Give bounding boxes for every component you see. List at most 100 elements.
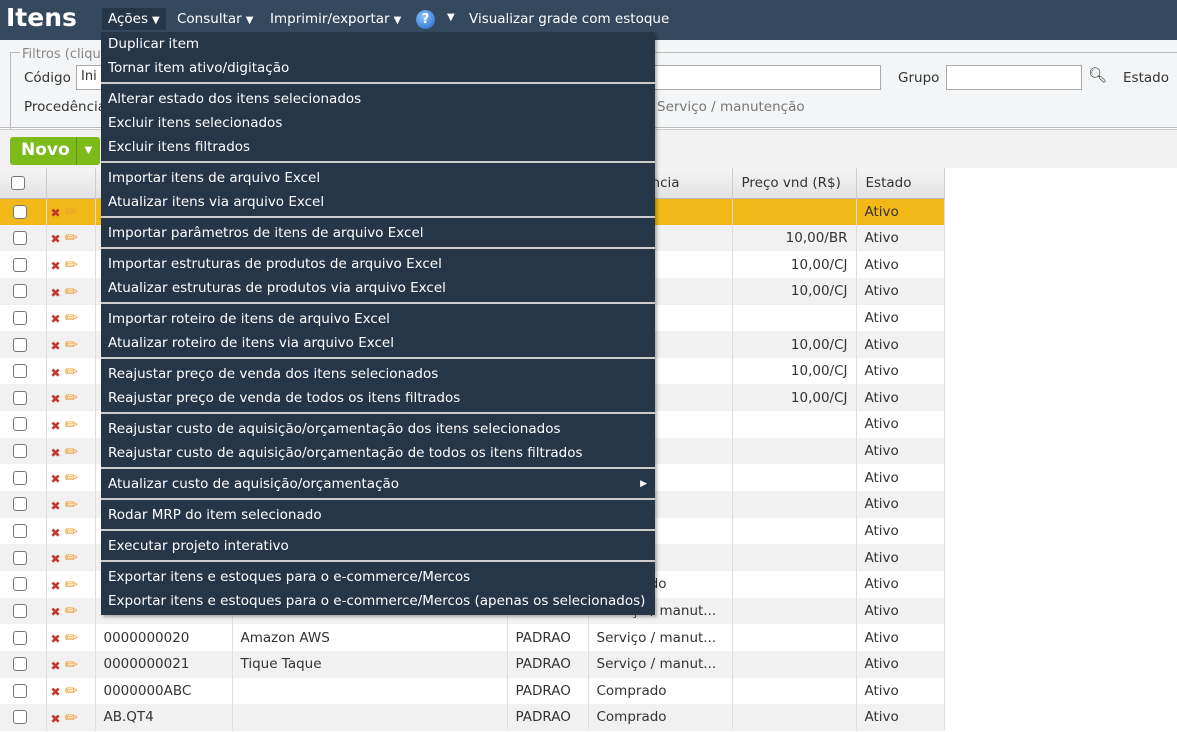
menu-item[interactable]: Importar roteiro de itens de arquivo Exc… bbox=[101, 307, 655, 331]
edit-pencil-icon[interactable]: ✏ bbox=[65, 255, 78, 274]
delete-icon[interactable]: ✖ bbox=[51, 712, 61, 726]
row-checkbox[interactable] bbox=[13, 444, 27, 459]
delete-icon[interactable]: ✖ bbox=[51, 339, 61, 353]
menu-item[interactable]: Duplicar item bbox=[101, 32, 655, 56]
menu-item[interactable]: Alterar estado dos itens selecionados bbox=[101, 87, 655, 111]
edit-pencil-icon[interactable]: ✏ bbox=[65, 601, 78, 620]
edit-pencil-icon[interactable]: ✏ bbox=[65, 522, 78, 541]
table-row[interactable]: ✖ ✏ 0000000020 Amazon AWS PADRAO Serviço … bbox=[0, 624, 945, 651]
row-checkbox[interactable] bbox=[13, 683, 27, 698]
delete-icon[interactable]: ✖ bbox=[51, 419, 61, 433]
table-row[interactable]: ✖ ✏ AB.QT4 PADRAO Comprado Ativo bbox=[0, 704, 945, 731]
edit-pencil-icon[interactable]: ✏ bbox=[65, 442, 78, 461]
row-checkbox[interactable] bbox=[13, 417, 27, 432]
delete-icon[interactable]: ✖ bbox=[51, 579, 61, 593]
filters-legend[interactable]: Filtros (cliqu bbox=[20, 47, 103, 62]
edit-pencil-icon[interactable]: ✏ bbox=[65, 575, 78, 594]
delete-icon[interactable]: ✖ bbox=[51, 552, 61, 566]
novo-button[interactable]: Novo ▼ bbox=[10, 137, 100, 165]
menu-item[interactable]: Atualizar itens via arquivo Excel bbox=[101, 190, 655, 214]
procedencia-option[interactable]: Serviço / manutenção bbox=[657, 99, 805, 115]
row-checkbox[interactable] bbox=[13, 364, 27, 379]
edit-pencil-icon[interactable]: ✏ bbox=[65, 415, 78, 434]
delete-icon[interactable]: ✖ bbox=[51, 312, 61, 326]
row-checkbox[interactable] bbox=[13, 230, 27, 245]
edit-pencil-icon[interactable]: ✏ bbox=[65, 495, 78, 514]
row-checkbox[interactable] bbox=[13, 524, 27, 538]
row-checkbox[interactable] bbox=[13, 470, 27, 485]
row-checkbox[interactable] bbox=[13, 310, 27, 325]
menu-item[interactable]: Atualizar estruturas de produtos via arq… bbox=[101, 276, 655, 300]
edit-pencil-icon[interactable]: ✏ bbox=[65, 202, 78, 221]
visualizar-grade-link[interactable]: Visualizar grade com estoque bbox=[469, 11, 669, 27]
delete-icon[interactable]: ✖ bbox=[51, 446, 61, 460]
delete-icon[interactable]: ✖ bbox=[51, 499, 61, 513]
row-checkbox[interactable] bbox=[13, 603, 27, 618]
edit-pencil-icon[interactable]: ✏ bbox=[65, 655, 78, 674]
menu-item[interactable]: Atualizar custo de aquisição/orçamentaçã… bbox=[101, 472, 655, 496]
row-checkbox[interactable] bbox=[13, 550, 27, 565]
edit-pencil-icon[interactable]: ✏ bbox=[65, 681, 78, 700]
row-checkbox[interactable] bbox=[13, 204, 27, 219]
menu-item[interactable]: Rodar MRP do item selecionado bbox=[101, 503, 655, 527]
edit-pencil-icon[interactable]: ✏ bbox=[65, 282, 78, 301]
menu-item[interactable]: Reajustar preço de venda de todos os ite… bbox=[101, 386, 655, 410]
menu-item[interactable]: Excluir itens selecionados bbox=[101, 111, 655, 135]
menu-item[interactable]: Excluir itens filtrados bbox=[101, 135, 655, 159]
grupo-input[interactable] bbox=[946, 65, 1082, 90]
caret-down-icon[interactable]: ▼ bbox=[76, 137, 100, 165]
menu-imprimir-exportar[interactable]: Imprimir/exportar ▼ bbox=[270, 11, 401, 27]
delete-icon[interactable]: ✖ bbox=[51, 526, 61, 540]
delete-icon[interactable]: ✖ bbox=[51, 659, 61, 673]
menu-acoes[interactable]: Ações ▼ bbox=[102, 8, 166, 30]
edit-pencil-icon[interactable]: ✏ bbox=[65, 548, 78, 567]
row-checkbox[interactable] bbox=[13, 657, 27, 672]
menu-item[interactable]: Importar itens de arquivo Excel bbox=[101, 166, 655, 190]
delete-icon[interactable]: ✖ bbox=[51, 259, 61, 273]
delete-icon[interactable]: ✖ bbox=[51, 392, 61, 406]
edit-pencil-icon[interactable]: ✏ bbox=[65, 708, 78, 727]
col-estado[interactable]: Estado bbox=[856, 168, 945, 199]
edit-pencil-icon[interactable]: ✏ bbox=[65, 335, 78, 354]
delete-icon[interactable]: ✖ bbox=[51, 632, 61, 646]
row-checkbox[interactable] bbox=[13, 577, 27, 592]
edit-pencil-icon[interactable]: ✏ bbox=[65, 362, 78, 381]
caret-down-icon[interactable]: ▼ bbox=[447, 12, 455, 23]
delete-icon[interactable]: ✖ bbox=[51, 472, 61, 486]
edit-pencil-icon[interactable]: ✏ bbox=[65, 308, 78, 327]
row-checkbox[interactable] bbox=[13, 257, 27, 272]
menu-item[interactable]: Exportar itens e estoques para o e-comme… bbox=[101, 589, 655, 613]
row-checkbox[interactable] bbox=[13, 497, 27, 512]
menu-item[interactable]: Tornar item ativo/digitação bbox=[101, 56, 655, 80]
row-checkbox[interactable] bbox=[13, 337, 27, 352]
row-checkbox[interactable] bbox=[13, 390, 27, 405]
delete-icon[interactable]: ✖ bbox=[51, 685, 61, 699]
delete-icon[interactable]: ✖ bbox=[51, 366, 61, 380]
menu-item[interactable]: Reajustar custo de aquisição/orçamentaçã… bbox=[101, 441, 655, 465]
delete-icon[interactable]: ✖ bbox=[51, 232, 61, 246]
delete-icon[interactable]: ✖ bbox=[51, 206, 61, 220]
delete-icon[interactable]: ✖ bbox=[51, 605, 61, 619]
menu-item[interactable]: Importar parâmetros de itens de arquivo … bbox=[101, 221, 655, 245]
menu-item[interactable]: Atualizar roteiro de itens via arquivo E… bbox=[101, 331, 655, 355]
edit-pencil-icon[interactable]: ✏ bbox=[65, 388, 78, 407]
search-icon[interactable]: 🔍︎ bbox=[1088, 66, 1107, 84]
help-icon[interactable]: ? bbox=[416, 10, 435, 29]
table-row[interactable]: ✖ ✏ 0000000021 Tique Taque PADRAO Serviço… bbox=[0, 650, 945, 678]
menu-item[interactable]: Importar estruturas de produtos de arqui… bbox=[101, 252, 655, 276]
select-all-checkbox[interactable] bbox=[11, 175, 25, 190]
table-row[interactable]: ✖ ✏ 0000000ABC PADRAO Comprado Ativo bbox=[0, 677, 945, 705]
edit-pencil-icon[interactable]: ✏ bbox=[65, 628, 78, 647]
menu-item[interactable]: Exportar itens e estoques para o e-comme… bbox=[101, 565, 655, 589]
menu-item[interactable]: Reajustar custo de aquisição/orçamentaçã… bbox=[101, 417, 655, 441]
row-checkbox[interactable] bbox=[13, 630, 27, 645]
row-checkbox[interactable] bbox=[13, 710, 27, 725]
col-preco[interactable]: Preço vnd (R$) bbox=[732, 168, 857, 199]
menu-item[interactable]: Reajustar preço de venda dos itens selec… bbox=[101, 362, 655, 386]
edit-pencil-icon[interactable]: ✏ bbox=[65, 228, 78, 247]
delete-icon[interactable]: ✖ bbox=[51, 286, 61, 300]
row-checkbox[interactable] bbox=[13, 284, 27, 299]
menu-item[interactable]: Executar projeto interativo bbox=[101, 534, 655, 558]
menu-consultar[interactable]: Consultar ▼ bbox=[177, 11, 253, 27]
edit-pencil-icon[interactable]: ✏ bbox=[65, 468, 78, 487]
